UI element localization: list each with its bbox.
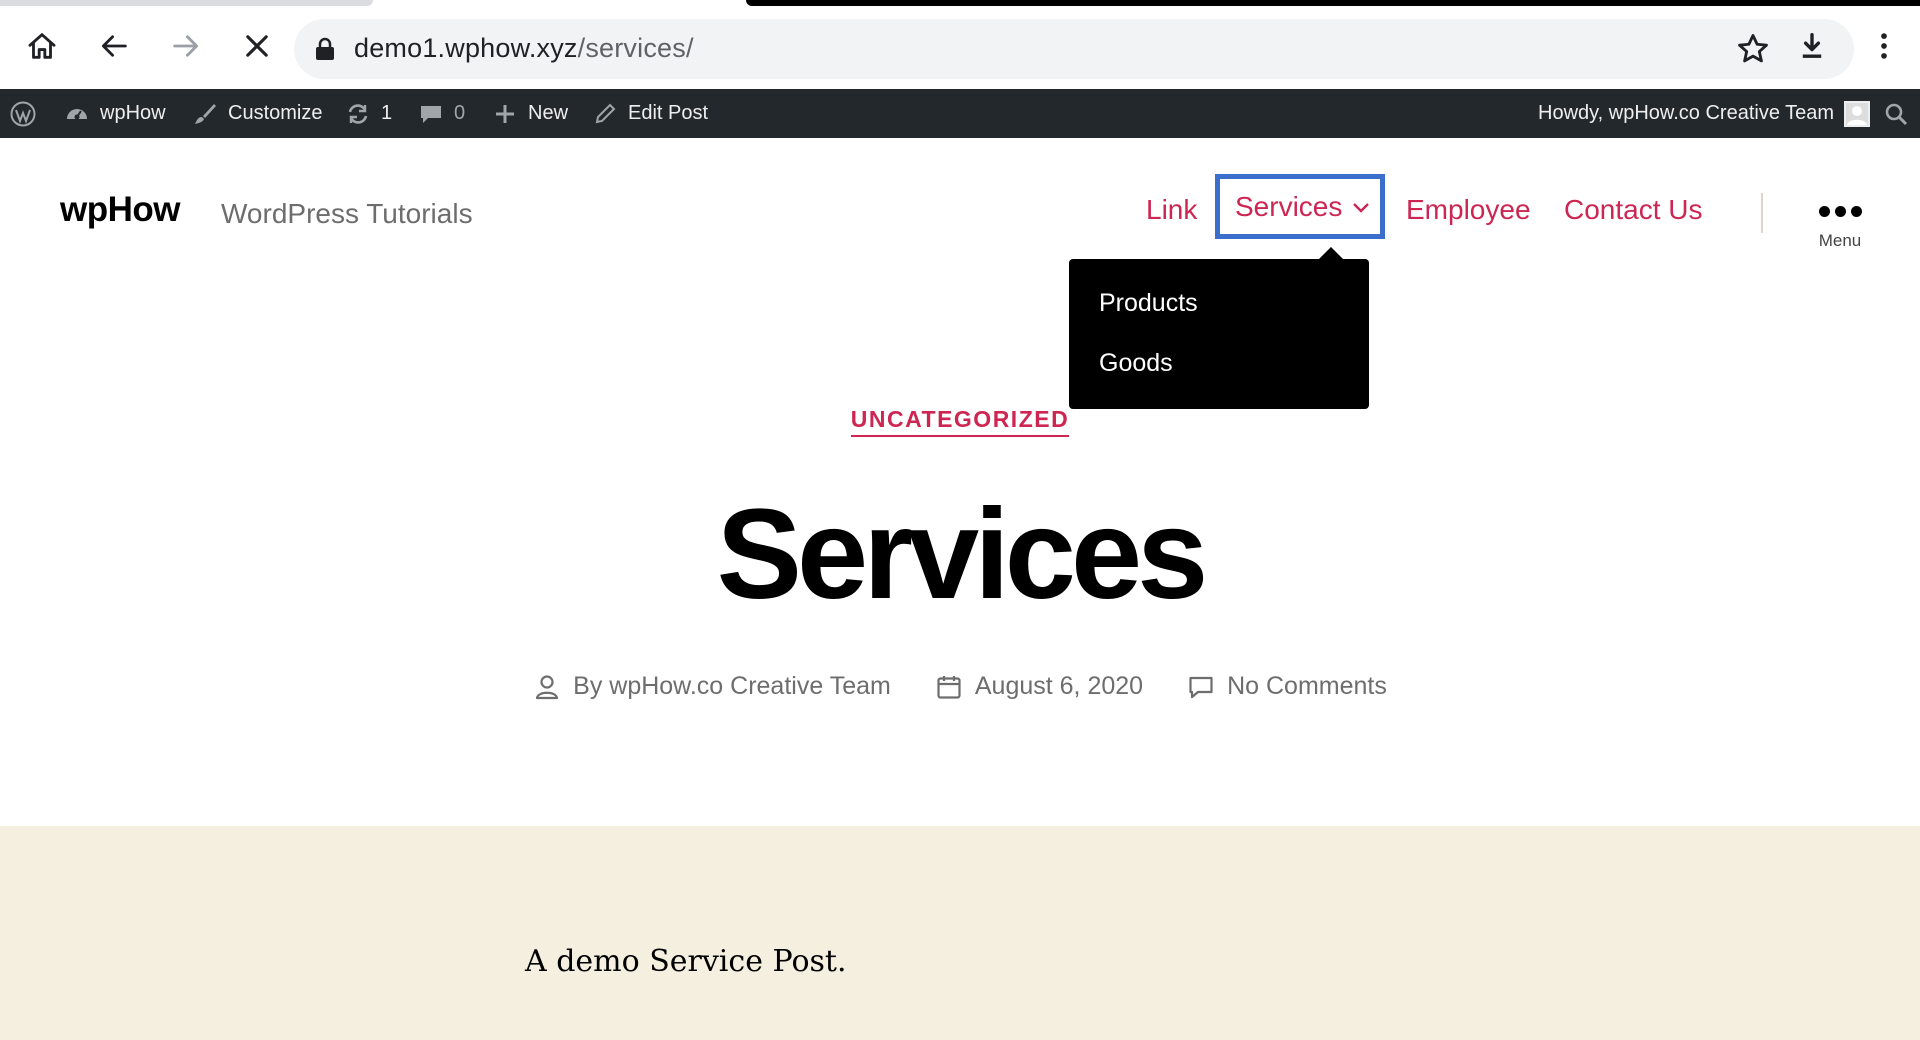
admin-site-name[interactable]: wpHow (64, 89, 166, 138)
paintbrush-icon (195, 103, 216, 124)
category-link[interactable]: UNCATEGORIZED (850, 406, 1070, 437)
post-content: A demo Service Post. (0, 826, 1920, 1040)
updates-icon (348, 103, 368, 124)
nav-item-link[interactable]: Link (1146, 194, 1197, 226)
search-icon (1885, 103, 1908, 125)
home-button[interactable] (14, 18, 70, 74)
post-body-text: A demo Service Post. (525, 944, 847, 979)
menu-toggle-label: Menu (1818, 231, 1862, 250)
calendar-icon (937, 675, 961, 699)
download-button[interactable] (1784, 18, 1840, 74)
pencil-icon (595, 103, 616, 123)
user-avatar-icon (1847, 105, 1868, 125)
stop-loading-button[interactable] (229, 18, 285, 74)
admin-edit-post-label: Edit Post (628, 102, 709, 124)
post-date-link[interactable]: August 6, 2020 (975, 672, 1143, 701)
admin-howdy-label: Howdy, wpHow.co Creative Team (1538, 102, 1835, 124)
admin-updates[interactable]: 1 (345, 89, 392, 138)
post-comments: No Comments (1187, 672, 1387, 701)
more-horizontal-icon (1800, 206, 1880, 217)
back-arrow-icon (101, 35, 127, 57)
submenu-item-goods[interactable]: Goods (1099, 349, 1173, 378)
address-bar-url[interactable]: demo1.wphow.xyz/services/ (354, 33, 694, 64)
bookmark-star-icon[interactable] (1734, 30, 1772, 68)
avatar (1844, 100, 1871, 127)
more-vertical-icon (1881, 33, 1887, 59)
nav-item-services-label: Services (1235, 190, 1343, 222)
admin-comments-count: 0 (454, 102, 466, 124)
admin-my-account[interactable]: Howdy, wpHow.co Creative Team (1538, 89, 1871, 138)
post-date: August 6, 2020 (935, 672, 1143, 701)
post-category: UNCATEGORIZED (0, 406, 1920, 437)
nav-item-contact-us[interactable]: Contact Us (1564, 194, 1703, 226)
post-comments-link[interactable]: No Comments (1227, 672, 1387, 701)
submenu-item-products[interactable]: Products (1099, 289, 1198, 318)
admin-search[interactable] (1883, 89, 1909, 138)
url-path: /services/ (577, 33, 694, 63)
close-icon (246, 35, 268, 57)
submenu-arrow (1319, 247, 1343, 259)
dashboard-icon (67, 108, 87, 119)
admin-edit-post[interactable]: Edit Post (592, 89, 708, 138)
home-icon (28, 33, 56, 59)
browser-menu-button[interactable] (1856, 18, 1912, 74)
chevron-down-icon[interactable] (1352, 198, 1370, 216)
admin-new-content[interactable]: New (492, 89, 568, 138)
post-author-link[interactable]: By wpHow.co Creative Team (573, 672, 891, 701)
site-description: WordPress Tutorials (221, 198, 473, 229)
forward-arrow-icon (173, 35, 199, 57)
wp-admin-bar: wpHow Customize 1 0 New Edit Post Howdy,… (0, 89, 1920, 138)
plus-icon (496, 104, 514, 123)
admin-customize[interactable]: Customize (192, 89, 322, 138)
post-author: By wpHow.co Creative Team (533, 672, 891, 701)
post-meta: By wpHow.co Creative Team August 6, 2020… (0, 672, 1920, 701)
browser-toolbar: demo1.wphow.xyz/services/ (0, 6, 1920, 95)
site-title[interactable]: wpHow (60, 190, 180, 230)
wordpress-logo-icon (10, 101, 36, 126)
user-icon (536, 674, 559, 699)
url-host: demo1.wphow.xyz (354, 33, 578, 63)
services-submenu: Products Goods (1069, 247, 1369, 409)
comment-icon (1189, 676, 1213, 698)
address-bar[interactable]: demo1.wphow.xyz/services/ (294, 19, 1854, 79)
admin-customize-label: Customize (228, 102, 323, 124)
admin-new-label: New (528, 102, 569, 124)
wp-logo-menu[interactable] (10, 89, 36, 138)
admin-site-name-label: wpHow (100, 102, 166, 124)
nav-divider (1761, 193, 1763, 233)
admin-updates-count: 1 (381, 102, 393, 124)
comment-bubble-icon (421, 105, 441, 123)
nav-item-services[interactable]: Services (1215, 174, 1385, 239)
menu-toggle-button[interactable]: Menu (1800, 190, 1880, 270)
nav-item-employee[interactable]: Employee (1406, 194, 1531, 226)
page-title: Services (716, 483, 1209, 626)
forward-button[interactable] (158, 18, 214, 74)
admin-comments[interactable]: 0 (418, 89, 465, 138)
lock-icon (316, 37, 334, 60)
back-button[interactable] (86, 18, 142, 74)
download-icon (1802, 32, 1822, 58)
